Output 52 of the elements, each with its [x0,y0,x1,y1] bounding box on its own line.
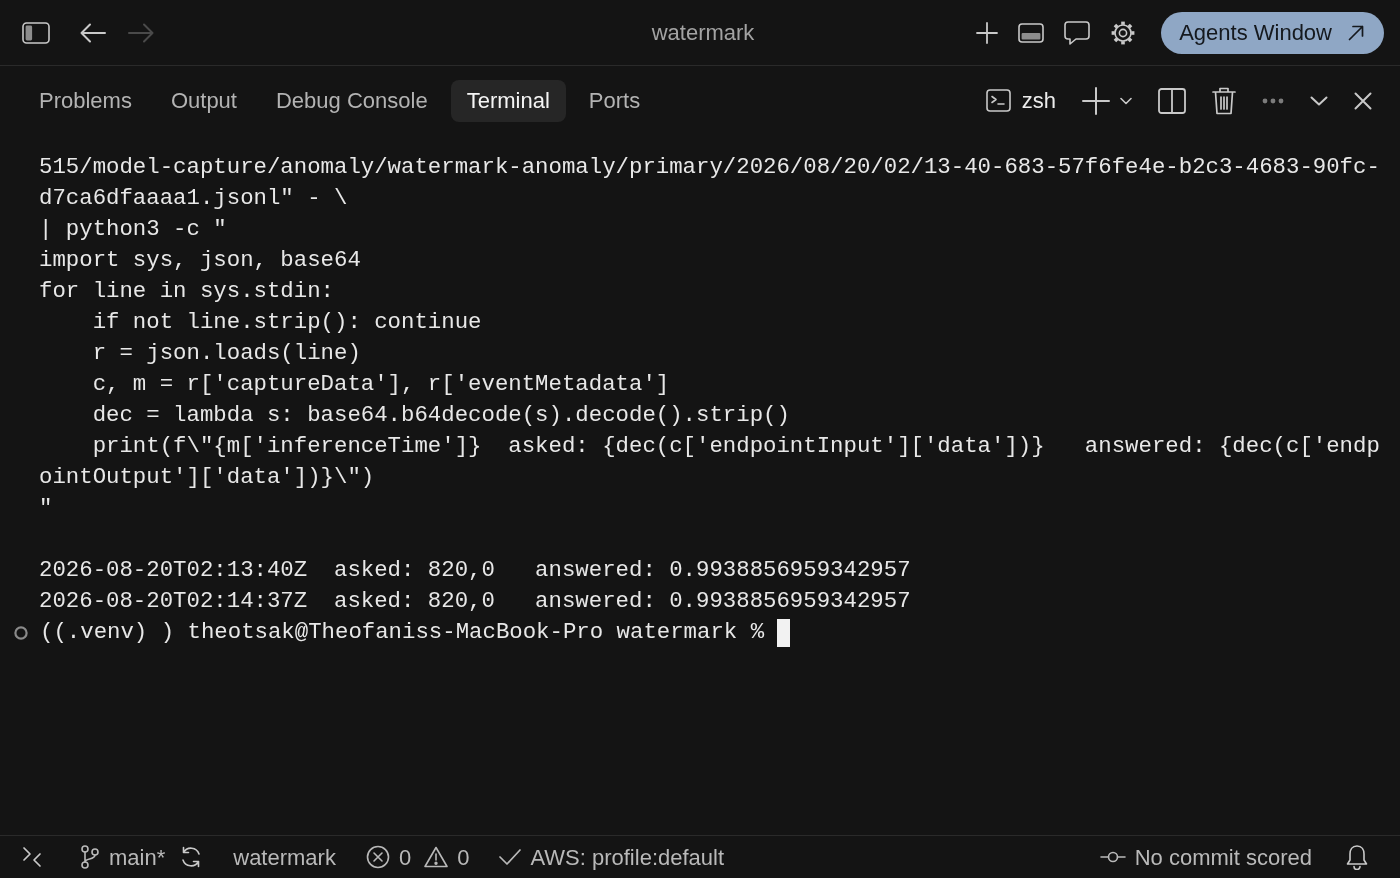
circle-icon [14,625,28,640]
commit-icon [1099,850,1126,864]
terminal-icon [985,89,1011,112]
panel-tab[interactable]: Debug Console [259,79,444,122]
remote-icon[interactable] [22,846,42,868]
warning-icon [424,846,449,868]
notifications-bell-icon[interactable] [1346,844,1368,870]
terminal-output-line: 2026-08-20T02:14:37Z asked: 820,0 answered: 0.9938856959342957 [39,587,911,616]
terminal-line: for line in sys.stdin: [39,277,334,306]
settings-icon[interactable] [1110,19,1137,46]
terminal-line: d7ca6dfaaaa1.jsonl" - \ [39,184,348,213]
check-icon [499,848,522,866]
chat-bubble-icon[interactable] [1064,20,1091,45]
panel-tab[interactable]: Output [154,79,253,122]
window-title: watermark [651,20,755,45]
split-panel-icon[interactable] [1158,87,1186,114]
diagonal-arrow-icon [1348,24,1364,41]
terminal-profile-button[interactable]: zsh [985,84,1056,117]
panel-tab[interactable]: Problems [23,79,148,122]
terminal-line: if not line.strip(): continue [91,308,482,337]
plus-icon[interactable] [976,21,999,44]
terminal-line: 515/model-capture/anomaly/watermark-anomaly/primary/2026/08/20/02/13-40-683-57f6fe4e-b2c3-4683-90fc- [39,153,1380,182]
chevron-down-icon[interactable] [1120,96,1132,105]
branch-icon [80,845,100,869]
commit-status-button[interactable]: No commit scored [1099,840,1312,874]
trash-icon[interactable] [1212,86,1236,115]
terminal-prompt: ((.venv) ) theotsak@Theofaniss-MacBook-Pro watermark % [40,618,765,647]
terminal-line: print(f\"{m['inferenceTime']} asked: {dec(c['endpointInput']['data'])} answered: {dec(c['endp [91,432,1380,461]
terminal-line: dec = lambda s: base64.b64decode(s).decode().strip() [91,401,790,430]
sidebar-toggle-icon[interactable] [22,21,50,44]
terminal-line: import sys, json, base64 [39,246,361,275]
close-icon[interactable] [1354,91,1372,110]
problems-status-button[interactable]: 0 0 [365,840,470,874]
terminal-output-line: 2026-08-20T02:13:40Z asked: 820,0 answered: 0.9938856959342957 [39,556,911,585]
terminal-line: " [39,494,53,523]
cursor-icon [777,618,791,647]
aws-profile-button[interactable]: AWS: profile:default [499,840,725,874]
terminal-line: ointOutput']['data'])}\") [39,463,375,492]
plus-icon[interactable] [1082,86,1110,115]
panel-tab[interactable]: Ports [572,79,657,122]
ellipsis-icon[interactable] [1262,97,1284,104]
folder-button[interactable]: watermark [233,840,336,874]
panel-layout-icon[interactable] [1018,22,1045,43]
chevron-down-icon[interactable] [1310,95,1328,106]
branch-button[interactable]: main* [80,840,166,874]
back-arrow-icon[interactable] [80,22,106,43]
panel-tab[interactable]: Terminal [450,79,566,122]
terminal-line: | python3 -c " [39,215,227,244]
terminal-line: c, m = r['captureData'], r['eventMetadata'] [91,370,670,399]
terminal-line: r = json.loads(line) [91,339,361,368]
agents-window-button[interactable]: Agents Window [1161,11,1384,54]
error-icon [365,845,390,869]
